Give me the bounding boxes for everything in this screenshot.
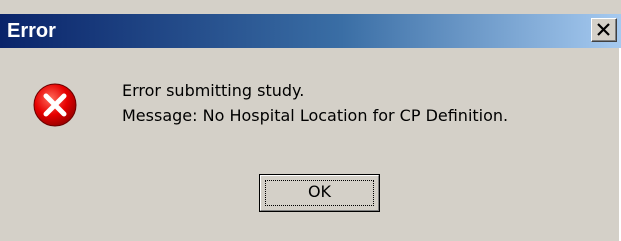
close-button[interactable] [591,18,617,42]
error-dialog: Error Error submitting study. Message: N… [0,0,621,241]
ok-button-label: OK [307,182,332,201]
window-title: Error [7,20,56,42]
ok-button[interactable]: OK [259,174,380,212]
error-line-2: Message: No Hospital Location for CP Def… [122,106,509,125]
close-icon [597,23,610,36]
error-message: Error submitting study. Message: No Hosp… [122,78,508,128]
error-line-1: Error submitting study. [122,81,305,100]
title-bar[interactable]: Error [0,14,621,48]
error-icon [32,82,78,128]
